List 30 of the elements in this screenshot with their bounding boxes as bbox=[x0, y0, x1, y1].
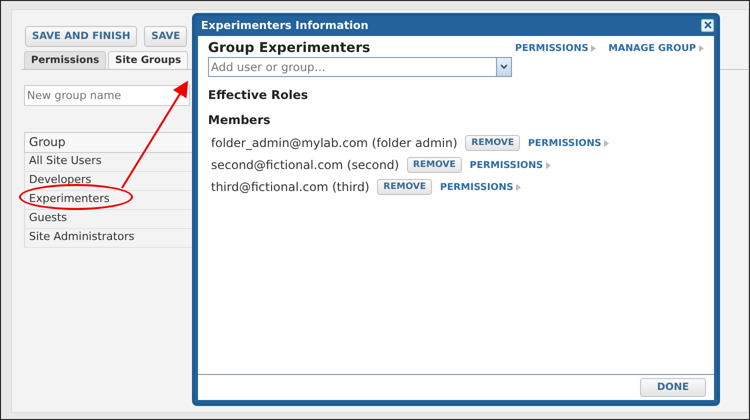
dialog-title: Experimenters Information bbox=[201, 18, 368, 32]
tab[interactable]: Site Groups bbox=[108, 51, 188, 69]
dropdown-button[interactable] bbox=[497, 57, 512, 77]
add-user-field[interactable]: Add user or group... bbox=[208, 57, 497, 77]
arrow-icon bbox=[699, 44, 704, 52]
remove-button[interactable]: REMOVE bbox=[407, 157, 462, 173]
member-name: second@fictional.com (second) bbox=[211, 158, 400, 172]
group-name-field[interactable]: New group name bbox=[24, 85, 190, 106]
tab[interactable]: Permissions bbox=[24, 51, 106, 69]
permissions-link[interactable]: PERMISSIONS bbox=[515, 42, 596, 54]
arrow-icon bbox=[591, 44, 596, 52]
permissions-link[interactable]: PERMISSIONS bbox=[528, 138, 610, 148]
section-heading: Effective Roles bbox=[208, 88, 310, 102]
manage-group-link[interactable]: MANAGE GROUP bbox=[608, 42, 704, 54]
arrow-icon bbox=[516, 184, 522, 190]
permissions-link[interactable]: PERMISSIONS bbox=[470, 160, 552, 170]
toolbar-button[interactable]: SAVE AND FINISH bbox=[25, 26, 138, 47]
remove-button[interactable]: REMOVE bbox=[377, 179, 432, 195]
arrow-icon bbox=[604, 140, 610, 146]
member-name: third@fictional.com (third) bbox=[211, 180, 370, 194]
remove-button[interactable]: REMOVE bbox=[465, 135, 520, 151]
close-button[interactable] bbox=[701, 18, 714, 32]
arrow-icon bbox=[546, 162, 552, 168]
toolbar-button[interactable]: SAVE bbox=[144, 26, 188, 47]
permissions-link[interactable]: PERMISSIONS bbox=[440, 182, 522, 192]
group-heading: Group Experimenters bbox=[208, 40, 370, 56]
member-name: folder_admin@mylab.com (folder admin) bbox=[211, 136, 458, 150]
section-heading: Members bbox=[208, 113, 272, 127]
chevron-down-icon bbox=[500, 64, 508, 70]
done-button[interactable]: DONE bbox=[640, 378, 706, 397]
